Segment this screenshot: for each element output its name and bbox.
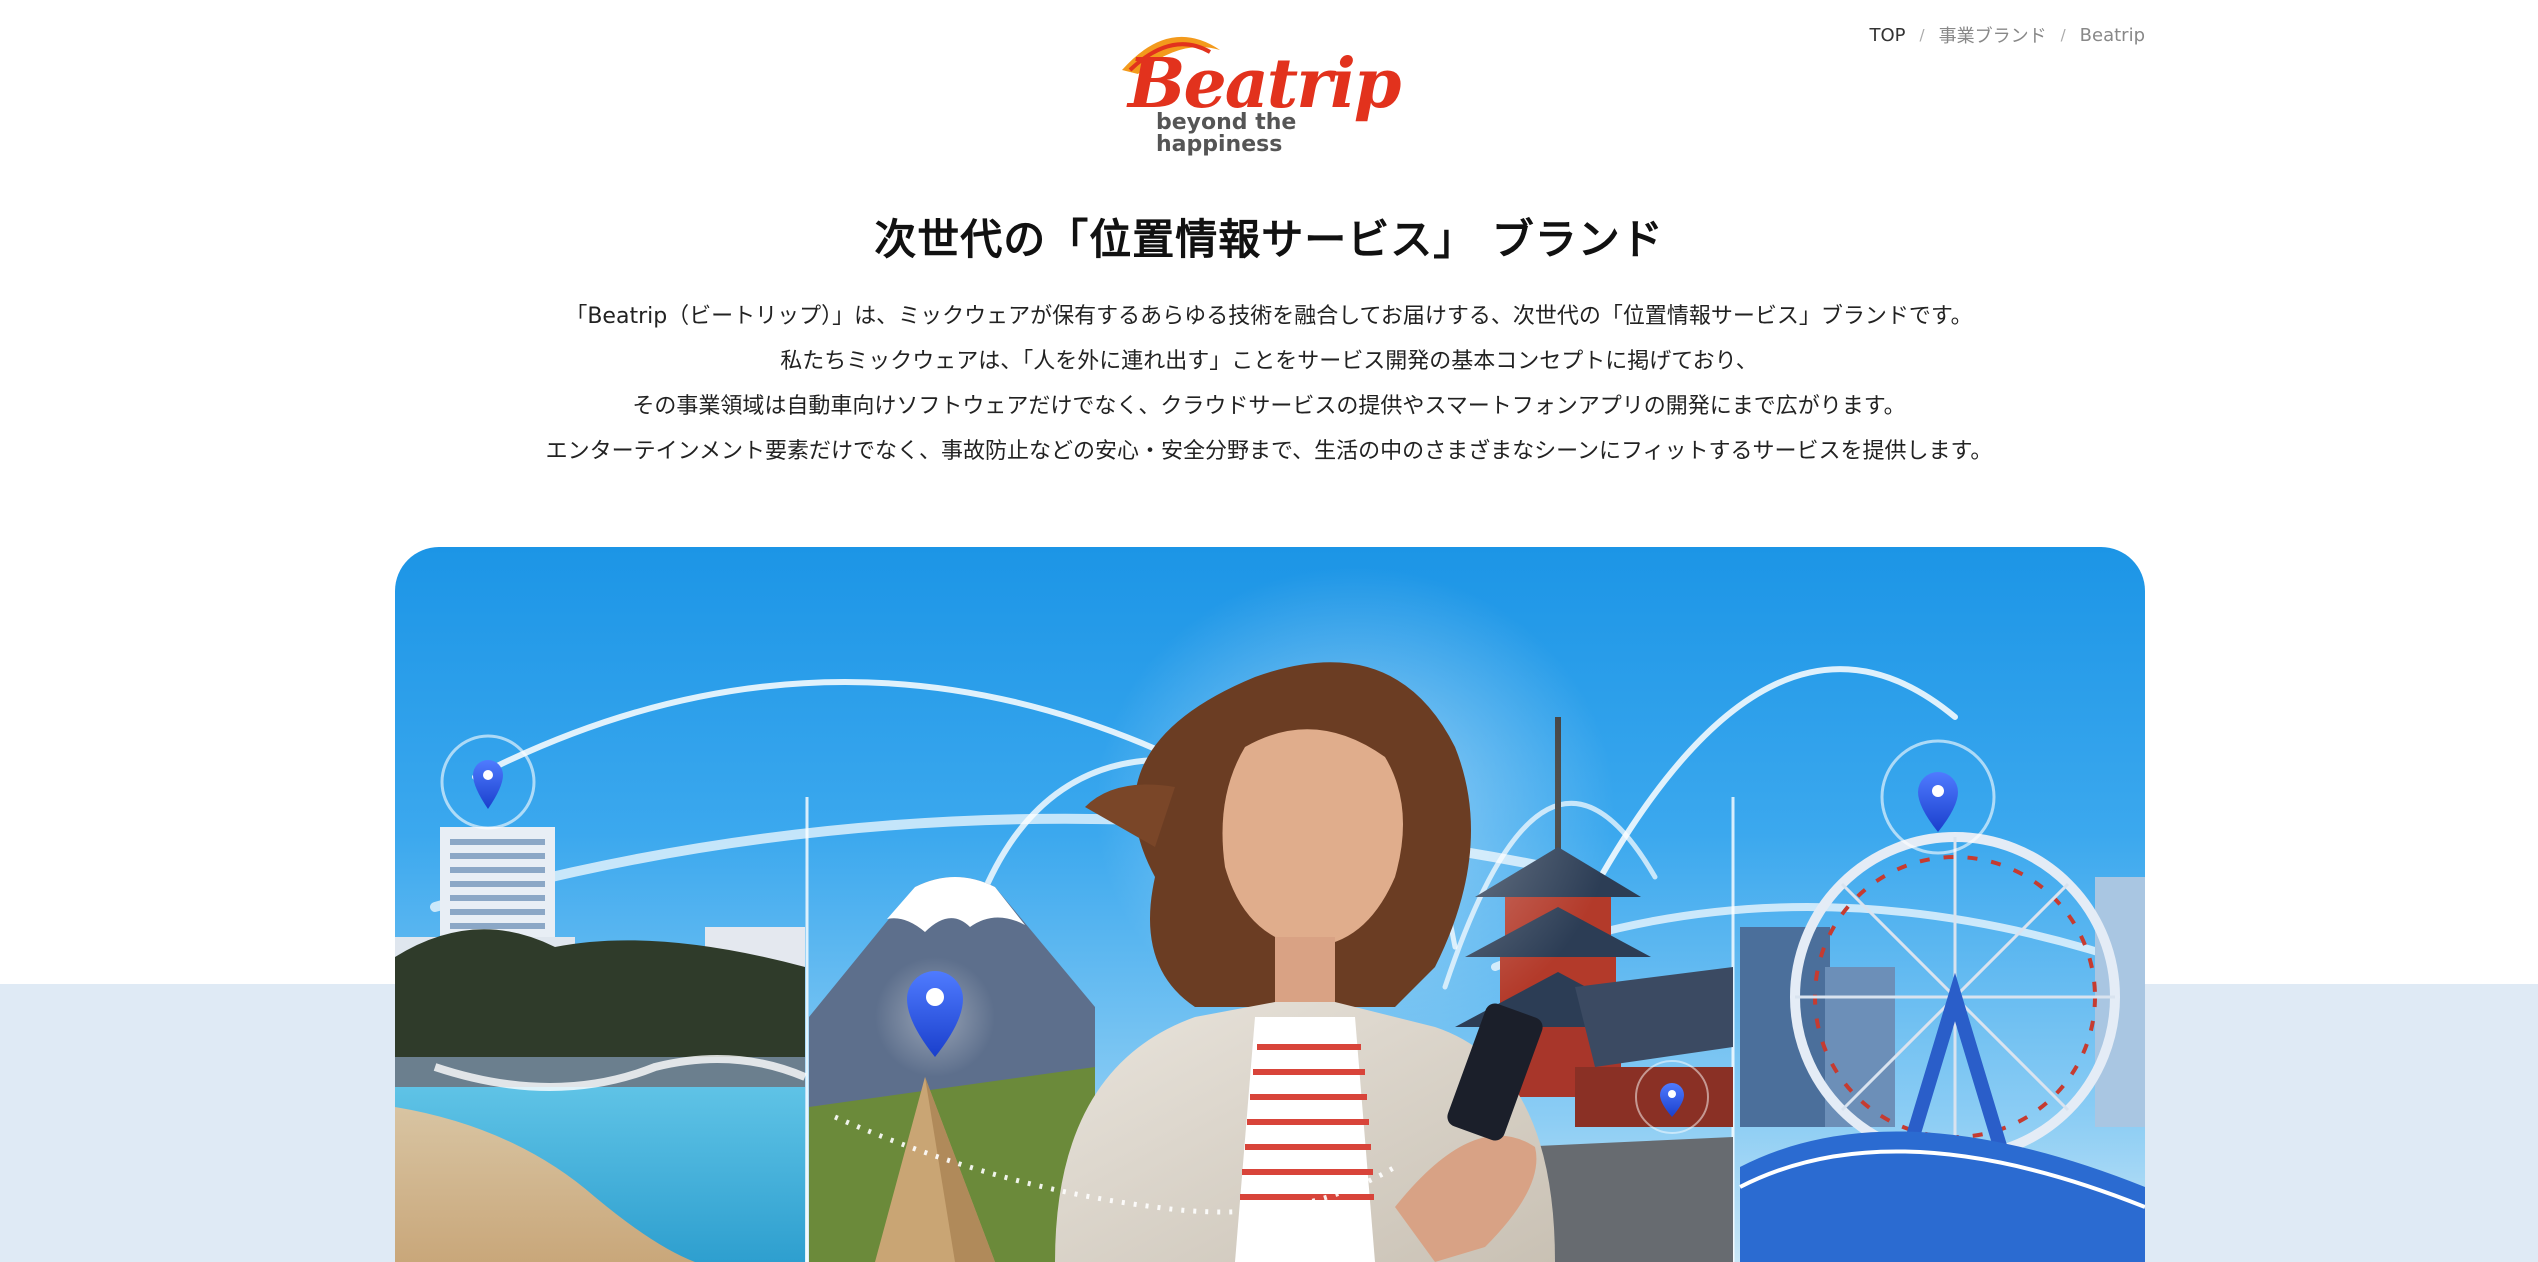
page-title: 次世代の「位置情報サービス」 ブランド [874,215,1664,264]
breadcrumb-top-link[interactable]: TOP [1870,25,1906,46]
logo-wordmark: Beatrip [1128,44,1401,124]
breadcrumb-separator: / [2060,26,2066,44]
breadcrumb-separator: / [1919,26,1925,44]
description-line: その事業領域は自動車向けソフトウェアだけでなく、クラウドサービスの提供やスマート… [632,394,1906,419]
hero-image [395,547,2145,1262]
beatrip-logo[interactable]: Beatrip beyond the happiness [1110,20,1430,156]
hero-illustration [395,567,2145,1262]
breadcrumb: TOP / 事業ブランド / Beatrip [1870,22,2146,48]
description-line: 私たちミックウェアは、「人を外に連れ出す」ことをサービス開発の基本コンセプトに掲… [780,349,1758,374]
location-pin-icon [440,734,536,830]
location-pin-icon [875,957,995,1077]
logo-tagline: beyond the happiness [1156,110,1297,157]
page: Beatrip beyond the happiness TOP / 事業ブラン… [0,0,2538,1262]
beach-hotel-scene [395,827,807,1262]
breadcrumb-brand-link[interactable]: 事業ブランド [1939,22,2047,48]
brand-description: 「Beatrip（ビートリップ）」は、ミックウェアが保有するあらゆる技術を融合し… [0,294,2538,474]
woman-with-smartphone [1055,567,1615,1262]
ferris-wheel-scene [1739,832,2145,1262]
description-line: 「Beatrip（ビートリップ）」は、ミックウェアが保有するあらゆる技術を融合し… [565,304,1973,329]
description-line: エンターテインメント要素だけでなく、事故防止などの安心・安全分野まで、生活の中の… [545,439,1993,464]
breadcrumb-current: Beatrip [2079,24,2145,46]
